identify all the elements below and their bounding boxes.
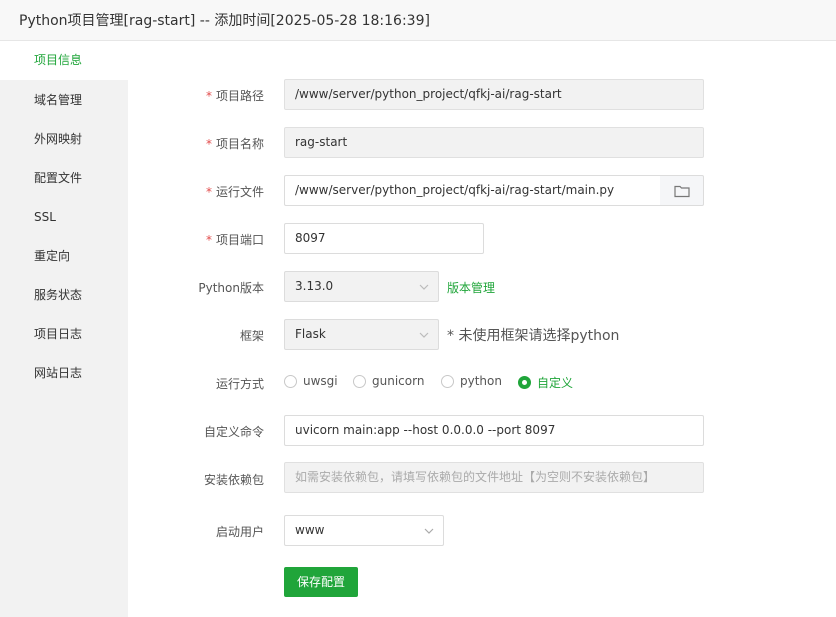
framework-note: * 未使用框架请选择python <box>447 328 620 344</box>
run-file-label: * 运行文件 <box>205 185 264 199</box>
install-deps-label: 安装依赖包 <box>203 473 264 487</box>
framework-select: Flask <box>284 319 439 350</box>
sidebar-item-project-log[interactable]: 项目日志 <box>0 315 128 354</box>
install-deps-input[interactable]: 如需安装依赖包，请填写依赖包的文件地址【为空则不安装依赖包】 <box>284 462 704 493</box>
sidebar-item-site-log[interactable]: 网站日志 <box>0 354 128 393</box>
sidebar-item-redirect[interactable]: 重定向 <box>0 237 128 276</box>
install-deps-placeholder: 如需安装依赖包，请填写依赖包的文件地址【为空则不安装依赖包】 <box>295 470 656 484</box>
sidebar-item-project-info[interactable]: 项目信息 <box>0 41 128 80</box>
radio-button-checked <box>518 376 531 389</box>
version-manage-link[interactable]: 版本管理 <box>447 279 495 296</box>
python-version-label: Python版本 <box>198 281 264 295</box>
framework-label: 框架 <box>239 329 264 343</box>
python-version-value: 3.13.0 <box>295 279 334 293</box>
run-user-label: 启动用户 <box>215 525 264 539</box>
dialog-title: Python项目管理[rag-start] -- 添加时间[2025-05-28… <box>19 13 430 29</box>
radio-button <box>441 374 454 388</box>
sidebar: 项目信息 域名管理 外网映射 配置文件 SSL 重定向 服务状态 项目日志 网站… <box>0 41 128 617</box>
chevron-down-icon <box>419 332 429 338</box>
project-port-label: * 项目端口 <box>205 233 264 247</box>
sidebar-item-service-status[interactable]: 服务状态 <box>0 276 128 315</box>
sidebar-item-config-file[interactable]: 配置文件 <box>0 159 128 198</box>
save-config-button[interactable]: 保存配置 <box>284 567 358 597</box>
run-mode-option-python[interactable]: python <box>441 374 502 388</box>
chevron-down-icon <box>424 528 434 534</box>
required-mark: * <box>205 185 212 199</box>
run-mode-option-gunicorn[interactable]: gunicorn <box>353 374 424 388</box>
project-port-input[interactable]: 8097 <box>284 223 484 254</box>
project-path-label: * 项目路径 <box>205 89 264 103</box>
run-mode-option-custom[interactable]: 自定义 <box>518 374 573 391</box>
run-user-value: www <box>295 523 325 537</box>
project-name-field: rag-start <box>284 127 704 158</box>
radio-button <box>284 374 297 388</box>
framework-value: Flask <box>295 327 326 341</box>
custom-command-input[interactable]: uvicorn main:app --host 0.0.0.0 --port 8… <box>284 415 704 446</box>
browse-folder-button[interactable] <box>660 175 704 206</box>
required-mark: * <box>205 137 212 151</box>
radio-button <box>353 374 366 388</box>
dialog-titlebar: Python项目管理[rag-start] -- 添加时间[2025-05-28… <box>0 0 836 41</box>
python-version-select: 3.13.0 <box>284 271 439 302</box>
custom-command-label: 自定义命令 <box>203 425 264 439</box>
run-file-input[interactable]: /www/server/python_project/qfkj-ai/rag-s… <box>284 175 661 206</box>
project-name-label: * 项目名称 <box>205 137 264 151</box>
project-path-field: /www/server/python_project/qfkj-ai/rag-s… <box>284 79 704 110</box>
run-user-select[interactable]: www <box>284 515 444 546</box>
sidebar-item-external-mapping[interactable]: 外网映射 <box>0 120 128 159</box>
required-mark: * <box>205 233 212 247</box>
chevron-down-icon <box>419 284 429 290</box>
run-mode-label: 运行方式 <box>215 377 264 391</box>
sidebar-item-domain[interactable]: 域名管理 <box>0 81 128 120</box>
run-mode-option-uwsgi[interactable]: uwsgi <box>284 374 338 388</box>
folder-icon <box>673 185 690 197</box>
sidebar-item-ssl[interactable]: SSL <box>0 198 128 237</box>
required-mark: * <box>205 89 212 103</box>
